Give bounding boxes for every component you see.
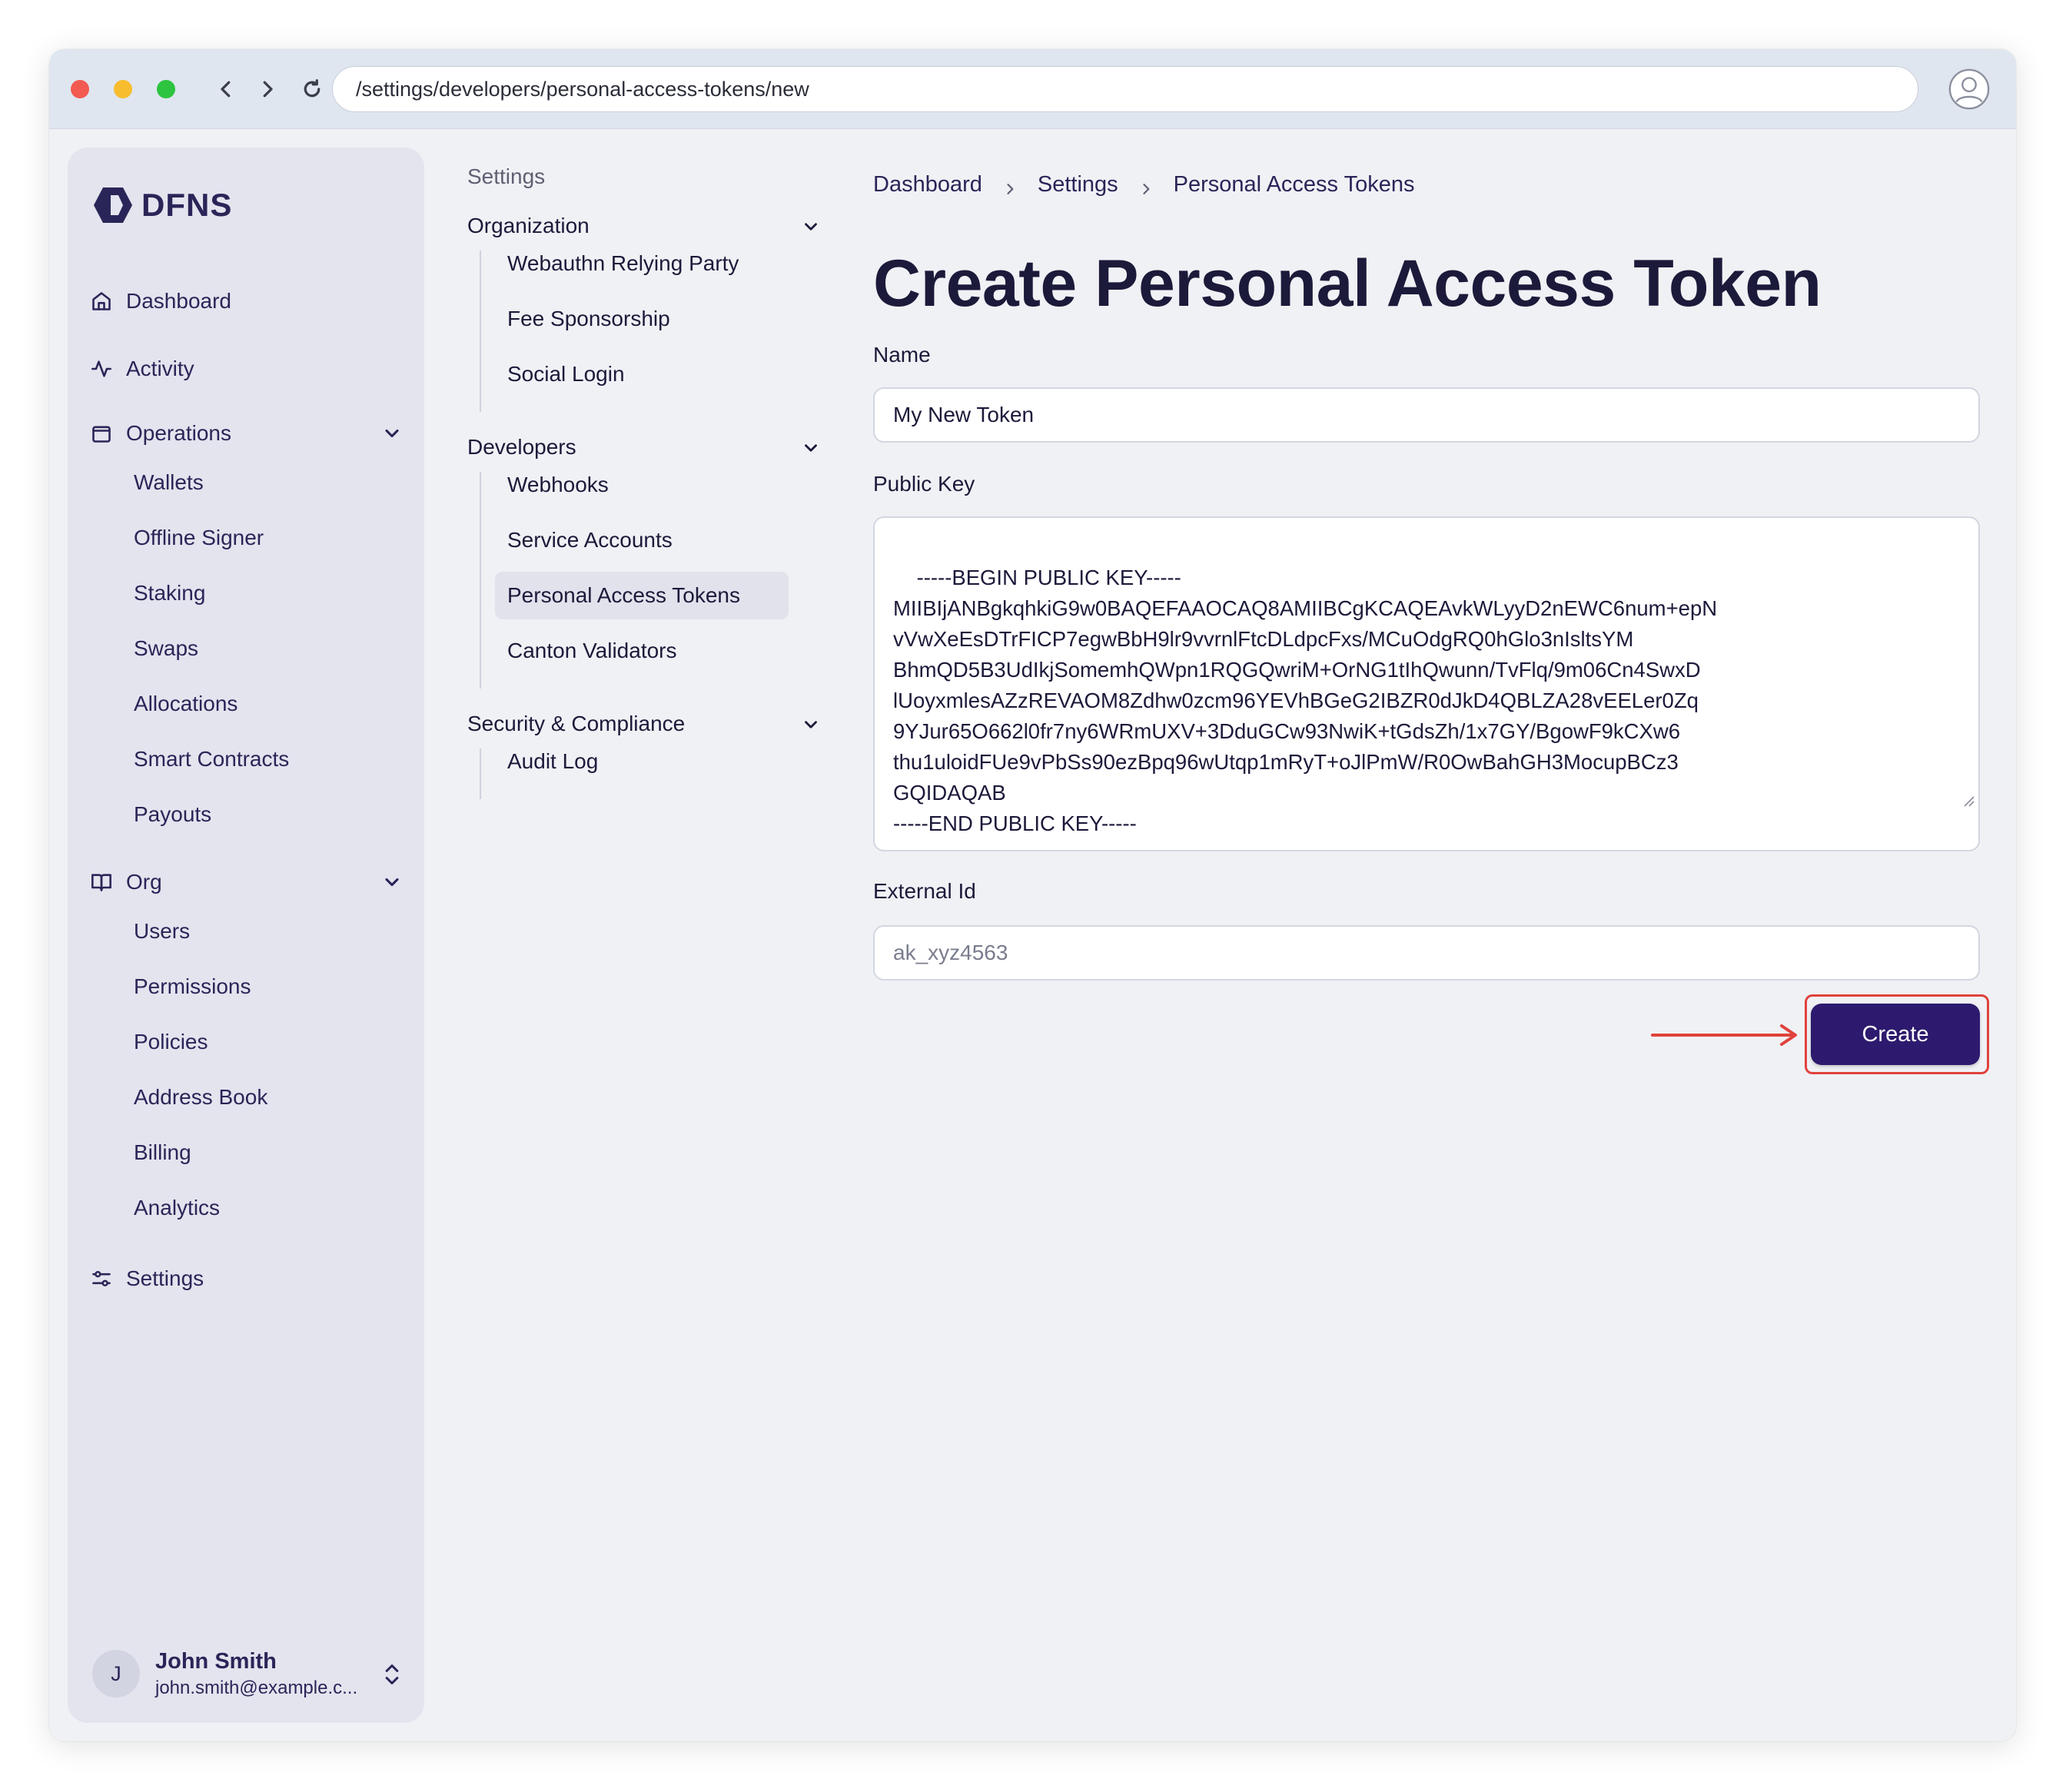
external-id-label: External Id [873, 879, 976, 903]
sidebar-item-staking[interactable]: Staking [134, 581, 205, 606]
chevron-right-icon [1138, 178, 1154, 194]
avatar: J [92, 1650, 140, 1697]
settings-item-canton-validators[interactable]: Canton Validators [495, 627, 789, 675]
page-title: Create Personal Access Token [873, 247, 1822, 320]
minimize-window-dot[interactable] [114, 80, 132, 98]
settings-item-personal-access-tokens[interactable]: Personal Access Tokens [495, 572, 789, 619]
sidebar-item-users[interactable]: Users [134, 919, 190, 944]
breadcrumb-settings[interactable]: Settings [1038, 172, 1118, 197]
settings-item-social-login[interactable]: Social Login [495, 350, 789, 398]
close-window-dot[interactable] [71, 80, 89, 98]
menu-divider-line [480, 472, 481, 689]
sliders-icon [92, 1270, 111, 1287]
sidebar-item-analytics[interactable]: Analytics [134, 1196, 220, 1220]
sidebar-item-permissions[interactable]: Permissions [134, 974, 251, 999]
browser-chrome: /settings/developers/personal-access-tok… [49, 49, 2016, 129]
sidebar-item-label: Operations [126, 421, 231, 445]
url-text: /settings/developers/personal-access-tok… [356, 77, 809, 101]
sidebar: DFNS Dashboard Activity Operations Walle… [68, 148, 424, 1723]
name-input-value: My New Token [893, 403, 1035, 426]
sidebar-item-allocations[interactable]: Allocations [134, 692, 237, 716]
external-id-input[interactable]: ak_xyz4563 [873, 925, 1980, 981]
settings-item-fee-sponsorship[interactable]: Fee Sponsorship [495, 295, 789, 343]
name-input[interactable]: My New Token [873, 387, 1980, 443]
logo-text: DFNS [141, 187, 233, 223]
external-id-placeholder: ak_xyz4563 [893, 941, 1008, 964]
sidebar-item-activity[interactable]: Activity [91, 357, 194, 381]
sidebar-item-label: Settings [126, 1266, 204, 1290]
chevron-down-icon [801, 217, 821, 242]
home-icon [92, 292, 111, 310]
sidebar-item-wallets[interactable]: Wallets [134, 470, 204, 495]
breadcrumb-dashboard[interactable]: Dashboard [873, 172, 982, 197]
settings-item-webauthn[interactable]: Webauthn Relying Party [495, 240, 789, 287]
settings-group-label: Security & Compliance [467, 712, 686, 735]
sidebar-item-org[interactable]: Org [91, 870, 162, 894]
settings-group-security[interactable]: Security & Compliance [467, 712, 821, 736]
browser-window: /settings/developers/personal-access-tok… [49, 49, 2016, 1741]
breadcrumb: Dashboard Settings Personal Access Token… [873, 172, 1414, 197]
sidebar-item-smart-contracts[interactable]: Smart Contracts [134, 747, 289, 772]
settings-menu-title: Settings [467, 164, 546, 188]
book-icon [91, 874, 111, 891]
menu-divider-line [480, 251, 481, 412]
chevron-down-icon [801, 438, 821, 463]
settings-item-audit-log[interactable]: Audit Log [495, 738, 789, 785]
forward-icon[interactable] [249, 71, 286, 108]
reload-icon[interactable] [294, 71, 330, 108]
sidebar-item-operations[interactable]: Operations [91, 421, 231, 446]
settings-item-webhooks[interactable]: Webhooks [495, 461, 789, 509]
settings-group-developers[interactable]: Developers [467, 435, 821, 460]
profile-icon[interactable] [1946, 66, 1992, 112]
settings-group-label: Organization [467, 214, 590, 237]
chevron-up-down-icon[interactable] [381, 1662, 403, 1691]
wallet-icon [92, 426, 111, 443]
operations-chevron-down-icon[interactable] [381, 423, 403, 444]
user-email: john.smith@example.c... [155, 1677, 358, 1698]
name-label: Name [873, 343, 931, 367]
sidebar-item-dashboard[interactable]: Dashboard [91, 289, 231, 314]
sidebar-item-policies[interactable]: Policies [134, 1030, 208, 1054]
public-key-label: Public Key [873, 472, 975, 496]
sidebar-item-label: Dashboard [126, 289, 231, 313]
url-bar[interactable]: /settings/developers/personal-access-tok… [332, 66, 1918, 112]
settings-item-service-accounts[interactable]: Service Accounts [495, 516, 789, 564]
chevron-right-icon [1002, 178, 1018, 194]
settings-group-label: Developers [467, 435, 576, 459]
dfns-logo-icon [94, 187, 132, 223]
annotation-arrow-icon [1651, 1024, 1797, 1046]
sidebar-item-address-book[interactable]: Address Book [134, 1085, 267, 1110]
org-chevron-down-icon[interactable] [381, 871, 403, 893]
maximize-window-dot[interactable] [157, 80, 175, 98]
menu-divider-line [480, 748, 481, 799]
activity-icon [91, 360, 111, 377]
back-icon[interactable] [208, 71, 244, 108]
sidebar-item-swaps[interactable]: Swaps [134, 636, 198, 661]
chevron-down-icon [801, 715, 821, 740]
sidebar-item-payouts[interactable]: Payouts [134, 802, 211, 827]
sidebar-item-settings[interactable]: Settings [91, 1266, 204, 1291]
resize-handle-icon[interactable] [1926, 755, 1975, 847]
dfns-logo[interactable]: DFNS [92, 186, 232, 224]
settings-group-organization[interactable]: Organization [467, 214, 821, 238]
user-name: John Smith [155, 1648, 277, 1674]
breadcrumb-personal-access-tokens[interactable]: Personal Access Tokens [1174, 172, 1415, 197]
sidebar-item-label: Org [126, 870, 162, 894]
sidebar-item-offline-signer[interactable]: Offline Signer [134, 526, 264, 550]
sidebar-item-billing[interactable]: Billing [134, 1140, 191, 1165]
sidebar-item-label: Activity [126, 357, 194, 380]
public-key-textarea[interactable]: -----BEGIN PUBLIC KEY----- MIIBIjANBgkqh… [873, 516, 1980, 851]
user-menu[interactable]: J John Smith john.smith@example.c... [92, 1647, 407, 1701]
public-key-value: -----BEGIN PUBLIC KEY----- MIIBIjANBgkqh… [893, 566, 1718, 835]
create-button[interactable]: Create [1811, 1004, 1980, 1065]
